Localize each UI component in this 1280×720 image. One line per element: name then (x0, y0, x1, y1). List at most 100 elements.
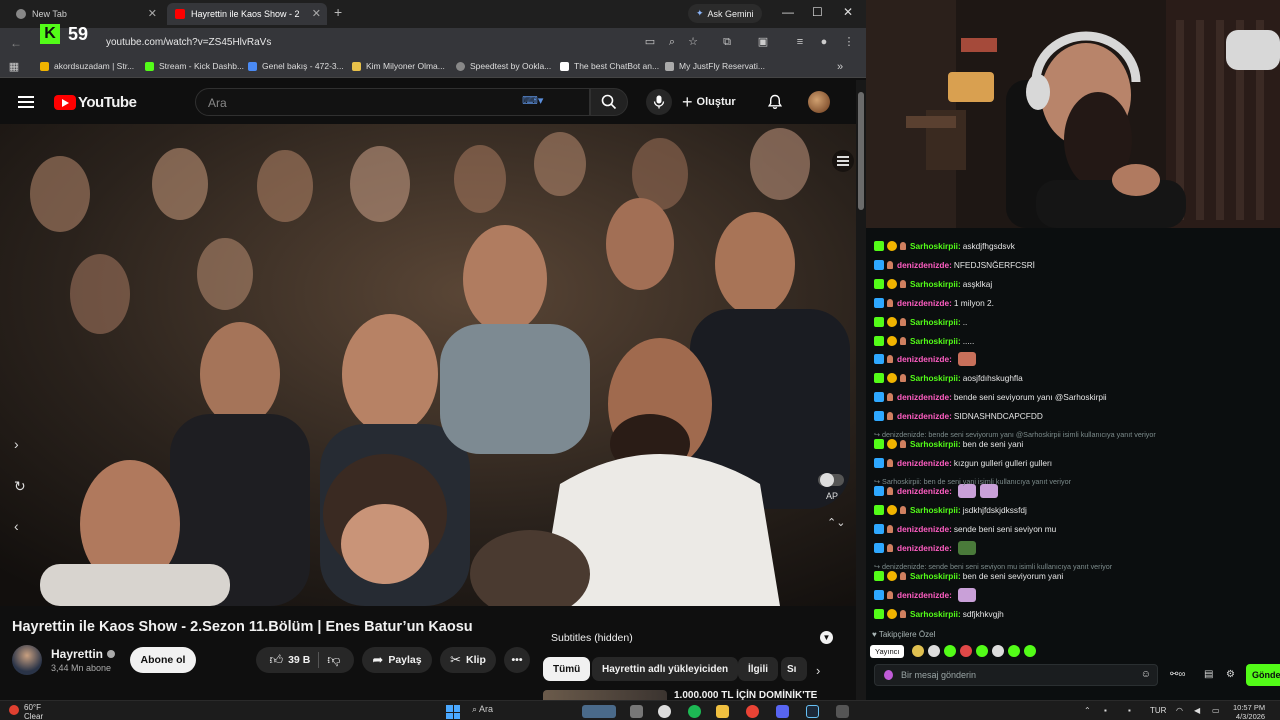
chevron-down-icon[interactable]: ▼ (820, 631, 833, 644)
chat-username[interactable]: denizdenizde (897, 411, 949, 421)
cast-icon[interactable]: ▭ (644, 36, 656, 48)
emote-icon[interactable] (1008, 645, 1020, 657)
chip-from-uploader[interactable]: Hayrettin adlı yükleyiciden (592, 657, 739, 681)
chat-message[interactable]: denizdenizde: kızgun gulleri gulleri gull… (874, 455, 1052, 471)
emote-icon[interactable] (976, 645, 988, 657)
bookmark-item[interactable]: akordsuzadam | Str... (40, 61, 134, 71)
create-button[interactable]: + Oluştur (682, 91, 736, 113)
chat-username[interactable]: Sarhoskirpii (910, 571, 958, 581)
channel-name[interactable]: Hayrettin (51, 647, 116, 661)
autoplay-toggle[interactable] (818, 473, 844, 487)
bookmark-item[interactable]: The best ChatBot an... (560, 61, 659, 71)
chat-message[interactable]: Sarhoskirpii: sdfjkhkvgjh (874, 606, 1004, 622)
weather-widget[interactable]: 60°F Clear (24, 703, 43, 720)
subtitles-panel-header[interactable]: Subtitles (hidden) ▼ (543, 627, 839, 649)
tab-new-tab[interactable]: New Tab ✕ (8, 3, 163, 25)
chat-message[interactable]: denizdenizde: sende beni seni seviyon mu (874, 521, 1056, 537)
extensions-icon[interactable]: ⧉ (721, 36, 733, 48)
chat-username[interactable]: Sarhoskirpii (910, 279, 958, 289)
chat-message[interactable]: denizdenizde: (874, 587, 976, 603)
like-button[interactable]: 👍︎ 39 B (270, 652, 311, 668)
widget-app-icon[interactable] (582, 705, 616, 718)
chip-related[interactable]: İlgili (738, 657, 778, 681)
chat-username[interactable]: denizdenizde (897, 486, 949, 496)
chat-message[interactable]: Sarhoskirpii: askdjfhgsdsvk (874, 238, 1015, 254)
media-icon[interactable]: ≡ (794, 36, 806, 48)
windows-start-icon[interactable] (446, 705, 460, 719)
chat-message[interactable]: denizdenizde: NFEDJSNĞERFCSRİ (874, 257, 1035, 273)
back-arrow-icon[interactable]: ← (10, 36, 22, 50)
more-actions-button[interactable]: ••• (504, 647, 530, 673)
close-window-icon[interactable]: ✕ (843, 5, 853, 19)
bookmark-item[interactable]: Kim Milyoner Olma... (352, 61, 445, 71)
chat-username[interactable]: denizdenizde (897, 543, 949, 553)
voice-search-button[interactable] (646, 89, 672, 115)
chat-message[interactable]: Sarhoskirpii:.. (874, 314, 967, 330)
app-icon[interactable] (836, 705, 849, 718)
settings-gear-icon[interactable]: ⚙ (1226, 669, 1235, 680)
minimize-icon[interactable]: — (782, 5, 794, 19)
emote-icon[interactable] (960, 645, 972, 657)
chat-message[interactable]: denizdenizde: SIDNASHNDCAPCFDD (874, 408, 1043, 424)
chat-input[interactable]: Bir mesaj gönderin ☺ (874, 664, 1158, 686)
hamburger-menu-icon[interactable] (18, 96, 34, 108)
subscribe-button[interactable]: Abone ol (130, 647, 196, 673)
volume-icon[interactable]: ◀︎ (1194, 706, 1200, 715)
previous-arrow-icon[interactable]: ‹ (14, 518, 19, 534)
notifications-bell-icon[interactable] (767, 94, 783, 110)
task-view-icon[interactable] (630, 705, 643, 718)
chat-username[interactable]: denizdenizde (897, 590, 949, 600)
chat-message[interactable]: Sarhoskirpii:..... (874, 333, 974, 349)
tab-youtube[interactable]: Hayrettin ile Kaos Show - 2 ✕ (167, 3, 327, 25)
chat-username[interactable]: Sarhoskirpii (910, 336, 958, 346)
zoom-icon[interactable]: ⌕ (666, 36, 678, 48)
close-tab-icon[interactable]: ✕ (148, 7, 157, 20)
chat-username[interactable]: Sarhoskirpii (910, 505, 958, 515)
clip-button[interactable]: ✂ Klip (440, 647, 496, 673)
chapters-menu-icon[interactable] (832, 150, 854, 172)
replay-icon[interactable]: ↻ (14, 478, 26, 495)
channel-avatar[interactable] (12, 645, 42, 675)
emote-icon[interactable] (928, 645, 940, 657)
battery-icon[interactable]: ▭ (1212, 706, 1220, 715)
new-tab-icon[interactable]: + (334, 4, 342, 20)
spotify-icon[interactable] (688, 705, 701, 718)
scrollbar-thumb[interactable] (858, 92, 864, 210)
chat-message[interactable]: denizdenizde: (874, 351, 976, 367)
chat-username[interactable]: denizdenizde (897, 354, 949, 364)
send-button[interactable]: Gönder (1246, 664, 1280, 686)
chat-message[interactable]: Sarhoskirpii: jsdkhjfdskjdkssfdj (874, 502, 1027, 518)
taskbar-search[interactable]: ⌕ Ara (472, 704, 493, 715)
chat-username[interactable]: denizdenizde (897, 298, 949, 308)
bookmark-item[interactable]: Genel bakış - 472-3... (248, 61, 344, 71)
chevron-right-icon[interactable]: › (816, 663, 820, 678)
wifi-icon[interactable]: ◠ (1176, 706, 1183, 715)
search-button[interactable] (590, 88, 628, 116)
chat-message[interactable]: Sarhoskirpii: asşklkaj (874, 276, 992, 292)
share-button[interactable]: ➦ Paylaş (362, 647, 432, 673)
input-language[interactable]: TUR (1150, 706, 1166, 715)
clock[interactable]: 10:57 PM 4/3/2026 (1233, 703, 1265, 720)
close-tab-icon[interactable]: ✕ (312, 7, 321, 20)
bookmark-item[interactable]: My JustFly Reservati... (665, 61, 765, 71)
account-avatar[interactable] (808, 91, 830, 113)
chat-username[interactable]: Sarhoskirpii (910, 609, 958, 619)
chat-message[interactable]: denizdenizde: bende seni seviyorum yanı @… (874, 389, 1107, 405)
tray-expand-icon[interactable]: ⌃ (1084, 706, 1091, 715)
chat-username[interactable]: Sarhoskirpii (910, 373, 958, 383)
ask-gemini-button[interactable]: ✦ Ask Gemini (688, 4, 762, 23)
discord-icon[interactable] (776, 705, 789, 718)
youtube-logo[interactable]: YouTube (54, 94, 137, 111)
maximize-icon[interactable]: ☐ (812, 5, 823, 19)
link-icon[interactable]: ⚯∞ (1170, 669, 1186, 680)
chat-username[interactable]: denizdenizde (897, 458, 949, 468)
emote-icon[interactable] (1024, 645, 1036, 657)
chat-username[interactable]: denizdenizde (897, 392, 949, 402)
emote-icon[interactable] (912, 645, 924, 657)
profile-icon[interactable]: ● (818, 36, 830, 48)
chat-username[interactable]: Sarhoskirpii (910, 439, 958, 449)
chat-message[interactable]: denizdenizde: (874, 540, 976, 556)
more-bookmarks-icon[interactable]: » (834, 61, 846, 73)
emote-icon[interactable] (944, 645, 956, 657)
sidepanel-icon[interactable]: ▣ (757, 36, 769, 48)
